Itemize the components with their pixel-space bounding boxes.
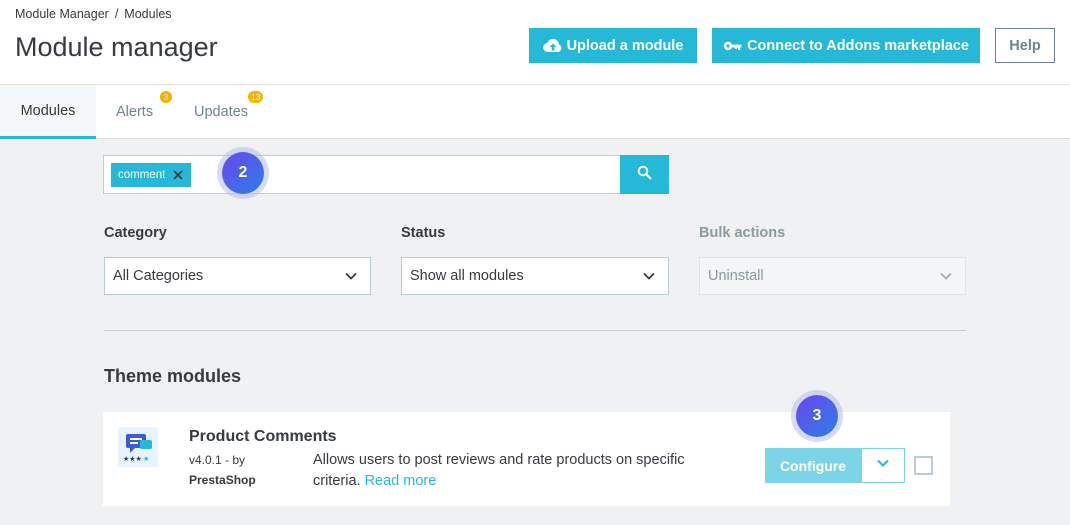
page-title: Module manager (15, 32, 218, 62)
read-more-link[interactable]: Read more (365, 473, 437, 489)
page-header: Module Manager / Modules Module manager Up… (0, 0, 1070, 85)
tab-alerts[interactable]: Alerts 3 (116, 85, 172, 139)
connect-addons-button[interactable]: Connect to Addons marketplace (712, 28, 980, 63)
module-author: PrestaShop (189, 473, 256, 487)
bulk-actions-select: Uninstall (699, 257, 966, 295)
category-select-value: All Categories (113, 268, 204, 284)
upload-module-label: Upload a module (566, 37, 684, 54)
remove-tag-icon[interactable] (173, 170, 183, 180)
tab-modules-label: Modules (20, 102, 76, 119)
help-button[interactable]: Help (995, 28, 1055, 63)
search-input[interactable]: comment (103, 155, 621, 194)
category-label: Category (104, 225, 167, 241)
breadcrumb-link-module-manager[interactable]: Module Manager (15, 7, 109, 21)
connect-addons-label: Connect to Addons marketplace (747, 37, 969, 54)
tab-alerts-label: Alerts (116, 104, 154, 120)
product-comments-icon: ★★★ ★ (118, 427, 158, 467)
tab-updates[interactable]: Updates 13 (194, 85, 264, 139)
status-select[interactable]: Show all modules (401, 257, 669, 295)
svg-text:★★★: ★★★ (123, 455, 142, 463)
search-icon (637, 165, 652, 185)
status-label: Status (401, 225, 446, 241)
breadcrumb-current: Modules (124, 7, 172, 21)
step-marker-3: 3 (796, 395, 838, 437)
chevron-down-icon (939, 269, 953, 283)
module-tabs: Modules Alerts 3 Updates 13 (0, 85, 1070, 139)
chevron-down-icon (642, 269, 656, 283)
search-tag: comment (111, 163, 192, 187)
module-actions-dropdown-button[interactable] (861, 448, 905, 483)
search-button[interactable] (620, 155, 669, 194)
breadcrumb: Module Manager / Modules (15, 7, 172, 21)
alerts-count-badge: 3 (160, 91, 172, 103)
category-select[interactable]: All Categories (104, 257, 371, 295)
module-select-checkbox[interactable] (914, 456, 933, 475)
search-tag-label: comment (118, 169, 166, 181)
bulk-actions-label: Bulk actions (699, 225, 786, 241)
cloud-upload-icon (542, 38, 563, 54)
step-marker-2: 2 (222, 152, 264, 194)
svg-text:★: ★ (143, 455, 149, 463)
tab-updates-label: Updates (194, 104, 249, 120)
chevron-down-icon (876, 456, 890, 475)
chevron-down-icon (344, 269, 358, 283)
section-divider (104, 330, 966, 331)
section-title: Theme modules (104, 366, 242, 386)
upload-module-button[interactable]: Upload a module (529, 28, 697, 63)
configure-button[interactable]: Configure (765, 448, 861, 483)
module-description: Allows users to post reviews and rate pr… (313, 450, 713, 492)
bulk-actions-select-value: Uninstall (708, 268, 764, 284)
status-select-value: Show all modules (410, 268, 524, 284)
tab-modules[interactable]: Modules (0, 85, 96, 139)
key-icon (723, 40, 743, 52)
updates-count-badge: 13 (248, 91, 264, 103)
module-name: Product Comments (189, 428, 337, 445)
module-version: v4.0.1 - by (189, 453, 246, 467)
breadcrumb-separator: / (114, 7, 119, 21)
